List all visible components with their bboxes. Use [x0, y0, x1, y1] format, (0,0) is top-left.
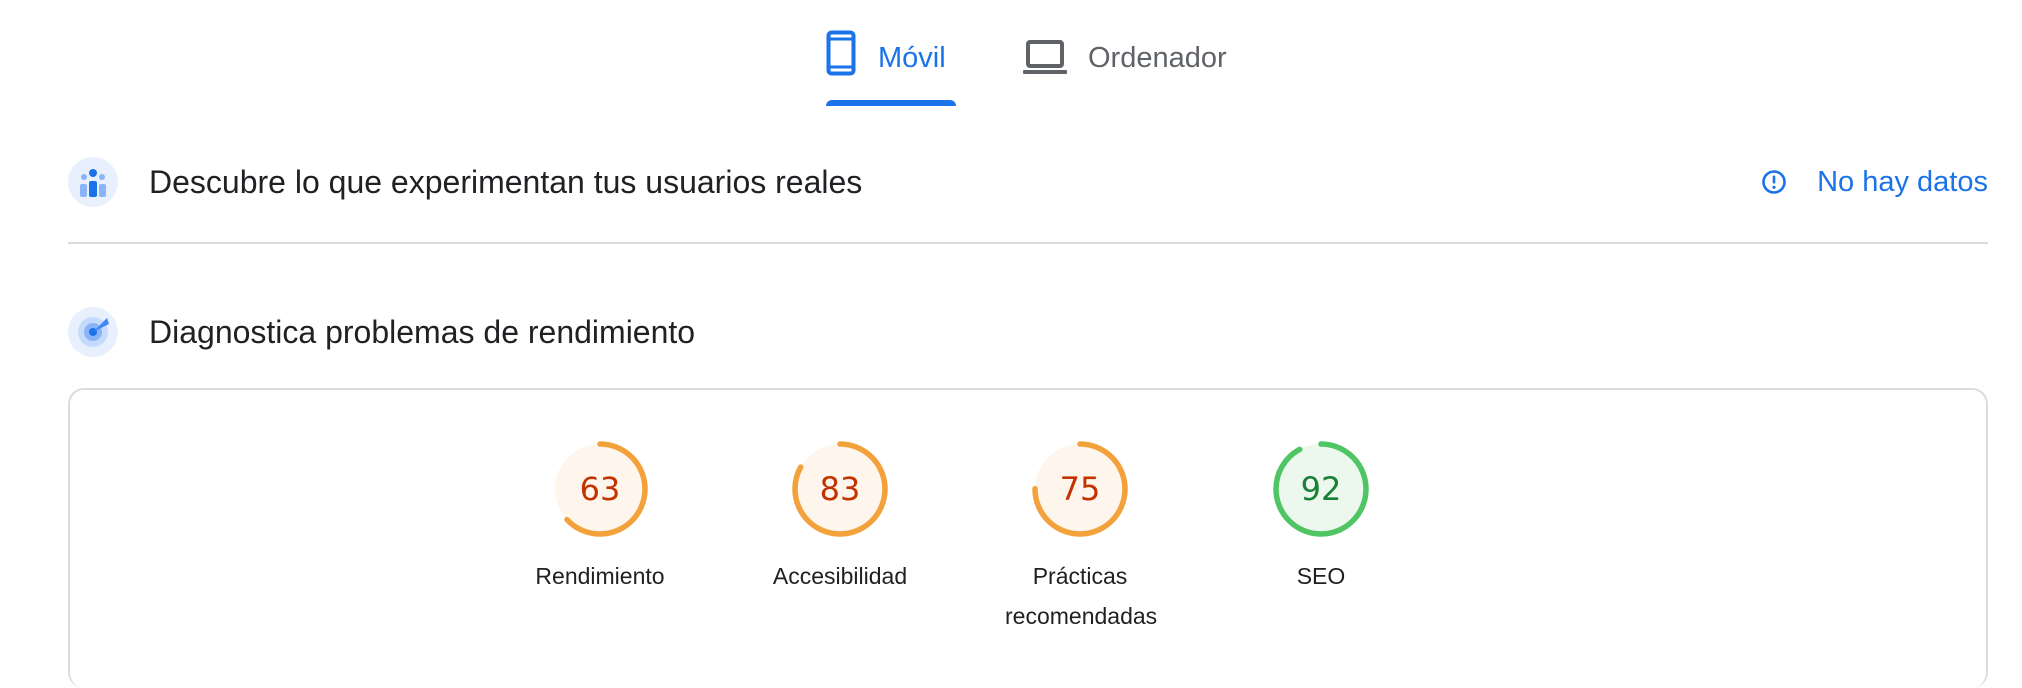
- score-value: 63: [580, 470, 621, 508]
- no-data-label: No hay datos: [1817, 165, 1988, 198]
- laptop-icon: [1022, 40, 1068, 76]
- crux-section-header: Descubre lo que experimentan tus usuario…: [68, 157, 1988, 207]
- score-ring: 83: [792, 441, 888, 537]
- score-gauge[interactable]: 92 SEO: [1231, 440, 1411, 596]
- score-value: 83: [820, 470, 861, 508]
- score-ring: 92: [1273, 441, 1369, 537]
- section-divider: [68, 242, 1988, 244]
- score-label: Rendimiento: [535, 563, 665, 589]
- info-icon: [1761, 169, 1787, 195]
- score-value: 92: [1301, 470, 1342, 508]
- score-label: Prácticas recomendadas: [1005, 563, 1158, 629]
- no-data-link[interactable]: No hay datos: [1761, 166, 1988, 199]
- tab-selected-indicator: [826, 100, 956, 106]
- smartphone-icon: [826, 30, 856, 76]
- score-label: Accesibilidad: [772, 563, 908, 589]
- tab-desktop-label: Ordenador: [1088, 42, 1227, 74]
- crux-title: Descubre lo que experimentan tus usuario…: [149, 163, 863, 200]
- score-ring: 63: [552, 441, 648, 537]
- users-chart-icon: [68, 157, 118, 207]
- score-label: SEO: [1296, 563, 1346, 589]
- score-value: 75: [1060, 470, 1101, 508]
- tab-desktop[interactable]: Ordenador: [1022, 30, 1242, 106]
- tab-mobile-label: Móvil: [878, 42, 946, 74]
- diagnose-section-header: Diagnostica problemas de rendimiento: [68, 307, 1988, 357]
- score-gauge[interactable]: 63 Rendimiento: [510, 440, 690, 596]
- diagnose-title: Diagnostica problemas de rendimiento: [149, 313, 696, 350]
- score-gauge[interactable]: 83 Accesibilidad: [750, 440, 930, 596]
- tab-mobile[interactable]: Móvil: [826, 30, 956, 106]
- device-tabs: Móvil Ordenador: [0, 0, 2022, 110]
- radar-icon: [68, 307, 118, 357]
- lighthouse-scores-card: 63 Rendimiento 83 Accesibilidad 75 Prácticas …: [68, 388, 1988, 688]
- score-ring: 75: [1032, 441, 1128, 537]
- score-gauge[interactable]: 75 Prácticas recomendadas: [990, 440, 1170, 636]
